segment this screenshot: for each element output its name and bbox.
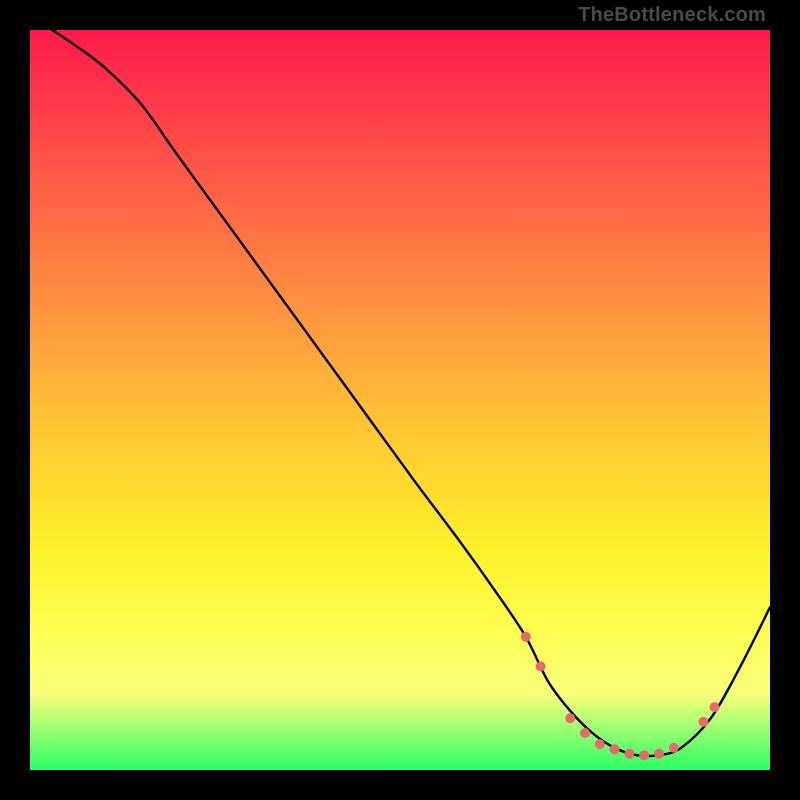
curve-marker — [669, 743, 679, 753]
curve-marker — [624, 749, 634, 759]
curve-marker — [595, 739, 605, 749]
curve-marker — [536, 661, 546, 671]
curve-marker — [565, 713, 575, 723]
plot-svg — [30, 30, 770, 770]
curve-marker — [654, 749, 664, 759]
curve-marker — [610, 744, 620, 754]
curve-marker — [639, 750, 649, 760]
bottleneck-curve — [52, 30, 770, 756]
curve-marker — [521, 632, 531, 642]
chart-area — [30, 30, 770, 770]
curve-marker — [710, 702, 720, 712]
curve-marker — [698, 717, 708, 727]
attribution-text: TheBottleneck.com — [578, 4, 766, 27]
curve-marker — [580, 728, 590, 738]
